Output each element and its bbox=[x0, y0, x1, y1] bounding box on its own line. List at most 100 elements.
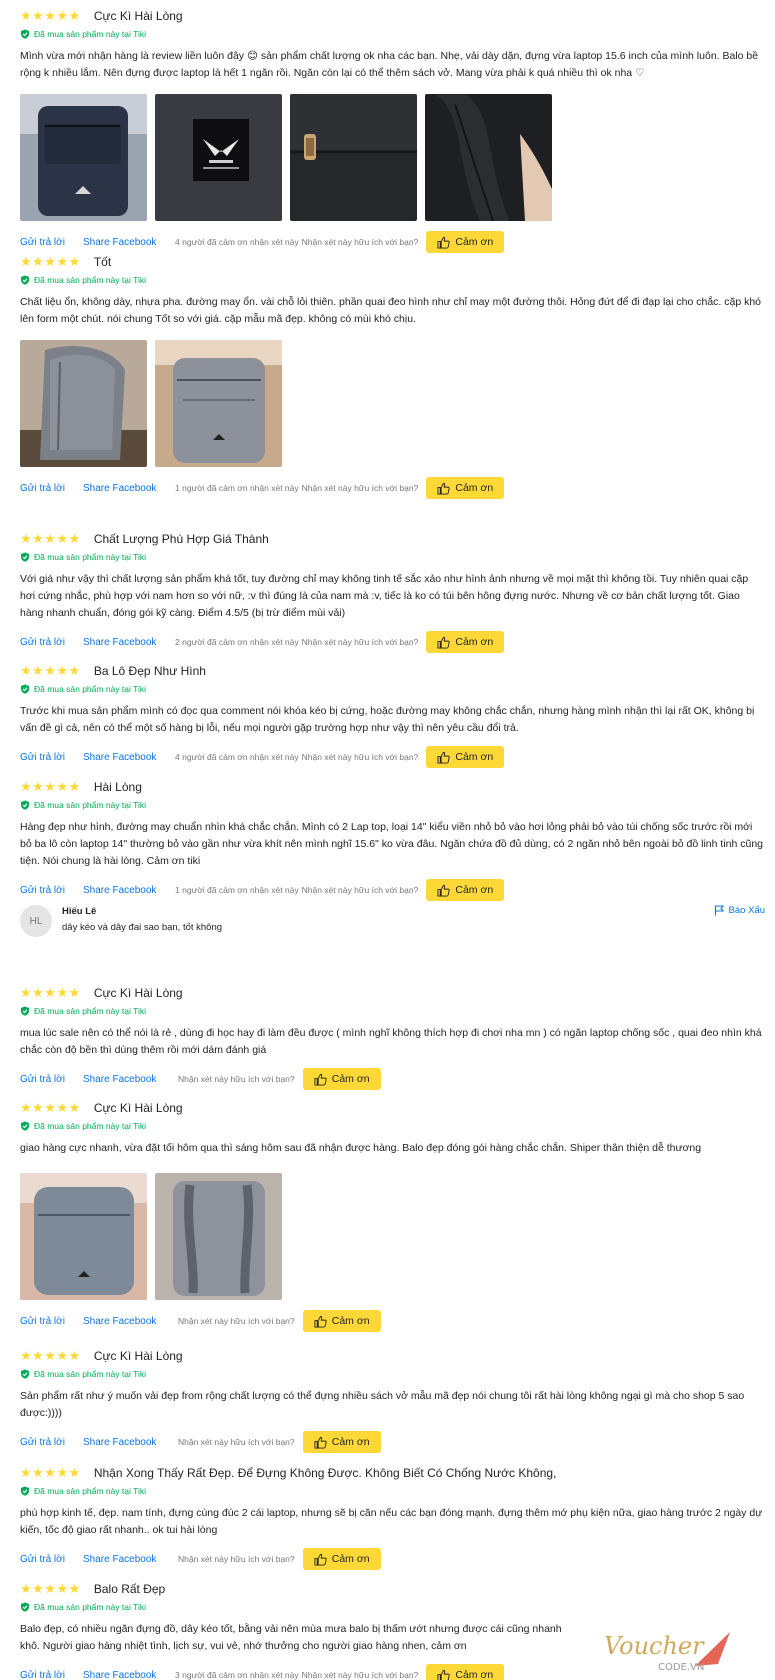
thank-button[interactable]: Cảm ơn bbox=[426, 231, 505, 253]
rating-stars: ★★★★★ bbox=[20, 663, 81, 678]
verified-shield-icon bbox=[21, 1369, 29, 1379]
helpful-question: Nhận xét này hữu ích với bạn? bbox=[301, 237, 419, 247]
rating-stars: ★★★★★ bbox=[20, 531, 81, 546]
thank-button[interactable]: Cảm ơn bbox=[302, 1310, 381, 1332]
thumbs-up-icon bbox=[314, 1315, 327, 1328]
review-image-grey-backpack-side[interactable] bbox=[20, 340, 147, 467]
flag-icon bbox=[714, 905, 724, 916]
review-image-grey-backpack-front[interactable] bbox=[155, 340, 282, 467]
helpful-question: Nhận xét này hữu ích với bạn? bbox=[178, 1554, 295, 1564]
thumbs-up-icon bbox=[437, 884, 451, 897]
reply-link[interactable]: Gửi trả lời bbox=[20, 637, 83, 648]
thanks-count: 4 người đã cảm ơn nhận xét này bbox=[175, 752, 299, 762]
thank-button[interactable]: Cảm ơn bbox=[302, 1068, 381, 1090]
verified-purchase: Đã mua sản phẩm này tại Tiki bbox=[20, 552, 765, 562]
share-facebook-link[interactable]: Share Facebook bbox=[83, 1074, 175, 1085]
review-actions: Gửi trả lời Share Facebook Nhận xét này … bbox=[20, 1547, 765, 1571]
review-actions: Gửi trả lời Share Facebook 4 người đã cả… bbox=[20, 230, 765, 254]
report-button[interactable]: Báo Xấu bbox=[714, 905, 765, 916]
review-content: Trước khi mua sản phẩm mình có đọc qua c… bbox=[20, 705, 755, 734]
thank-label: Cảm ơn bbox=[455, 636, 494, 648]
share-facebook-link[interactable]: Share Facebook bbox=[83, 885, 175, 896]
verified-text: Đã mua sản phẩm này tại Tiki bbox=[34, 1006, 146, 1016]
reply-link[interactable]: Gửi trả lời bbox=[20, 483, 83, 494]
review-item: ★★★★★ Chất Lượng Phù Hợp Giá Thành Đã mu… bbox=[20, 531, 765, 654]
thank-button[interactable]: Cảm ơn bbox=[302, 1431, 381, 1453]
share-facebook-link[interactable]: Share Facebook bbox=[83, 637, 175, 648]
verified-purchase: Đã mua sản phẩm này tại Tiki bbox=[20, 1369, 765, 1379]
review-item: ★★★★★ Nhận Xong Thấy Rất Đẹp. Để Đựng Kh… bbox=[20, 1465, 765, 1571]
thumbs-up-icon bbox=[437, 482, 451, 495]
share-facebook-link[interactable]: Share Facebook bbox=[83, 1316, 175, 1327]
thank-label: Cảm ơn bbox=[455, 751, 494, 763]
thank-label: Cảm ơn bbox=[331, 1553, 370, 1565]
share-facebook-link[interactable]: Share Facebook bbox=[83, 1670, 175, 1680]
review-content: Hàng đẹp như hình, đường may chuẩn nhìn … bbox=[20, 821, 764, 867]
review-title: Ba Lô Đẹp Như Hình bbox=[93, 664, 206, 678]
review-image-strap[interactable] bbox=[425, 94, 552, 221]
reply-link[interactable]: Gửi trả lời bbox=[20, 1074, 83, 1085]
review-title: Cực Kì Hài Lòng bbox=[93, 9, 183, 23]
review-item: ★★★★★ Cực Kì Hài Lòng Đã mua sản phẩm nà… bbox=[20, 1100, 765, 1333]
review-image-grey-backpack-back[interactable] bbox=[155, 1173, 282, 1300]
review-title: Cực Kì Hài Lòng bbox=[93, 1349, 183, 1363]
reply-link[interactable]: Gửi trả lời bbox=[20, 1437, 83, 1448]
verified-purchase: Đã mua sản phẩm này tại Tiki bbox=[20, 29, 765, 39]
review-content: giao hàng cực nhanh, vừa đặt tối hôm qua… bbox=[20, 1142, 702, 1154]
review-actions: Gửi trả lời Share Facebook 4 người đã cả… bbox=[20, 745, 765, 769]
helpful-question: Nhận xét này hữu ích với bạn? bbox=[301, 752, 419, 762]
review-content: Chất liệu ổn, không dày, nhựa pha. đường… bbox=[20, 296, 762, 325]
reply-link[interactable]: Gửi trả lời bbox=[20, 1554, 83, 1565]
reply-link[interactable]: Gửi trả lời bbox=[20, 1316, 83, 1327]
review-content: Mình vừa mới nhận hàng là review liền lu… bbox=[20, 50, 759, 79]
thumbs-up-icon bbox=[314, 1073, 327, 1086]
verified-shield-icon bbox=[21, 1121, 29, 1131]
thank-button[interactable]: Cảm ơn bbox=[426, 1664, 505, 1680]
thank-button[interactable]: Cảm ơn bbox=[426, 879, 505, 901]
review-actions: Gửi trả lời Share Facebook 1 người đã cả… bbox=[20, 476, 765, 500]
thumbs-up-icon bbox=[437, 236, 451, 249]
thank-button[interactable]: Cảm ơn bbox=[426, 746, 505, 768]
verified-purchase: Đã mua sản phẩm này tại Tiki bbox=[20, 800, 765, 810]
rating-stars: ★★★★★ bbox=[20, 1465, 81, 1480]
thank-label: Cảm ơn bbox=[455, 482, 494, 494]
thank-label: Cảm ơn bbox=[331, 1073, 370, 1085]
review-image-grey-backpack-front[interactable] bbox=[20, 1173, 147, 1300]
thank-label: Cảm ơn bbox=[455, 1669, 494, 1680]
share-facebook-link[interactable]: Share Facebook bbox=[83, 752, 175, 763]
review-item: ★★★★★ Ba Lô Đẹp Như Hình Đã mua sản phẩm… bbox=[20, 663, 765, 769]
share-facebook-link[interactable]: Share Facebook bbox=[83, 483, 175, 494]
thanks-count: 2 người đã cảm ơn nhận xét này bbox=[175, 637, 299, 647]
share-facebook-link[interactable]: Share Facebook bbox=[83, 1554, 175, 1565]
review-title: Balo Rất Đẹp bbox=[93, 1582, 166, 1596]
review-title: Tốt bbox=[93, 255, 112, 269]
review-image-logo-patch[interactable] bbox=[155, 94, 282, 221]
reply-link[interactable]: Gửi trả lời bbox=[20, 752, 83, 763]
thank-button[interactable]: Cảm ơn bbox=[426, 631, 505, 653]
thanks-count: 1 người đã cảm ơn nhận xét này bbox=[175, 483, 299, 493]
thumbs-up-icon bbox=[437, 636, 451, 649]
review-images bbox=[20, 340, 765, 468]
verified-shield-icon bbox=[21, 684, 29, 694]
watermark-brand: Voucher bbox=[604, 1632, 705, 1660]
verified-text: Đã mua sản phẩm này tại Tiki bbox=[34, 800, 146, 810]
rating-stars: ★★★★★ bbox=[20, 1581, 81, 1596]
review-content: Sản phẩm rất như ý muốn vải đẹp from rộn… bbox=[20, 1390, 745, 1419]
review-image-navy-backpack[interactable] bbox=[20, 94, 147, 221]
share-facebook-link[interactable]: Share Facebook bbox=[83, 1437, 175, 1448]
share-facebook-link[interactable]: Share Facebook bbox=[83, 237, 175, 248]
rating-stars: ★★★★★ bbox=[20, 8, 81, 23]
review-content: Với giá như vậy thì chất lượng sản phẩm … bbox=[20, 573, 749, 619]
helpful-question: Nhận xét này hữu ích với bạn? bbox=[178, 1316, 295, 1326]
thank-button[interactable]: Cảm ơn bbox=[426, 477, 505, 499]
review-image-zipper[interactable] bbox=[290, 94, 417, 221]
reply-link[interactable]: Gửi trả lời bbox=[20, 885, 83, 896]
commenter-name: Hiếu Lê bbox=[62, 906, 97, 917]
reply-link[interactable]: Gửi trả lời bbox=[20, 1670, 83, 1680]
rating-stars: ★★★★★ bbox=[20, 985, 81, 1000]
helpful-question: Nhận xét này hữu ích với bạn? bbox=[301, 885, 419, 895]
report-label: Báo Xấu bbox=[728, 905, 765, 916]
reply-link[interactable]: Gửi trả lời bbox=[20, 237, 83, 248]
thank-button[interactable]: Cảm ơn bbox=[302, 1548, 381, 1570]
verified-shield-icon bbox=[21, 1486, 29, 1496]
